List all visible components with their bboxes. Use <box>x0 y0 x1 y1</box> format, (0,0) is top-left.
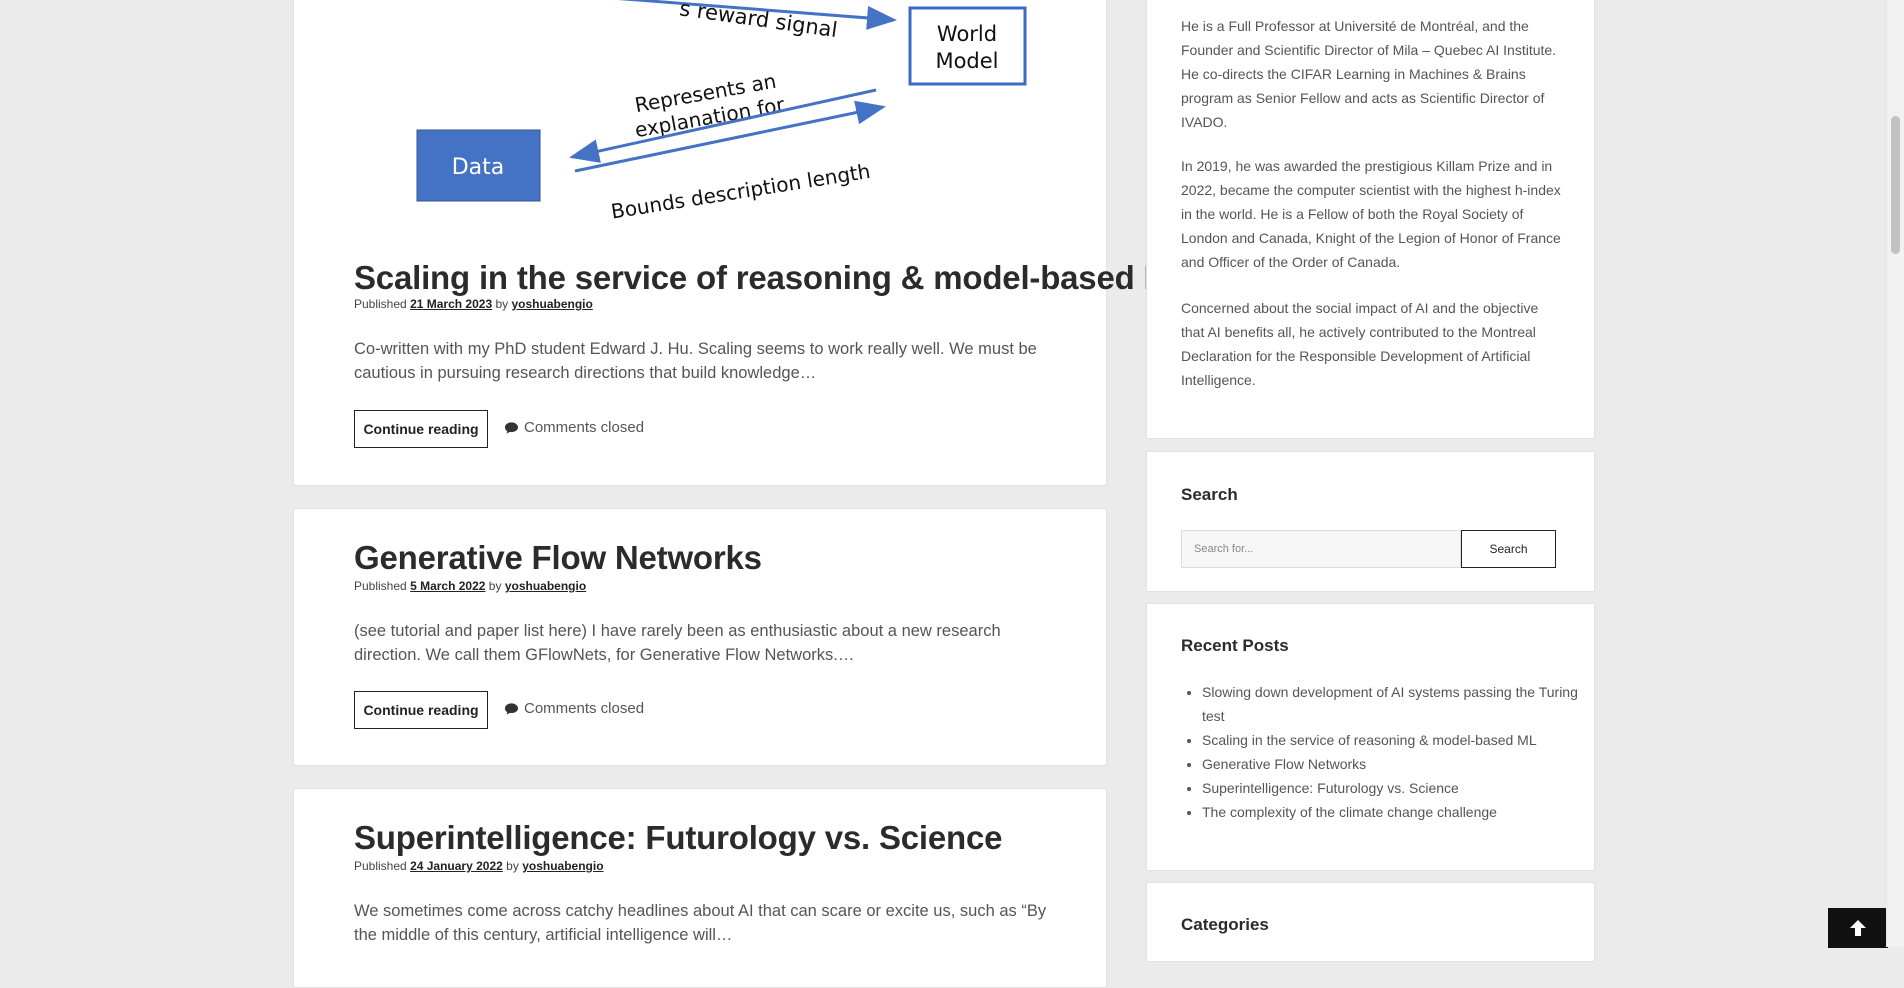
continue-reading-button[interactable]: Continue reading <box>354 691 488 729</box>
list-item: Superintelligence: Futurology vs. Scienc… <box>1202 776 1582 800</box>
search-input[interactable] <box>1181 530 1461 568</box>
author-link[interactable]: yoshuabengio <box>522 859 603 873</box>
post-card: Superintelligence: Futurology vs. Scienc… <box>293 788 1107 988</box>
scrollbar-thumb[interactable] <box>1891 116 1900 254</box>
author-link[interactable]: yoshuabengio <box>505 579 586 593</box>
post-title[interactable]: Generative Flow Networks <box>354 539 762 577</box>
post-date-link[interactable]: 5 March 2022 <box>410 579 485 593</box>
about-paragraph: He is a Full Professor at Université de … <box>1181 18 1557 130</box>
recent-post-link[interactable]: Slowing down development of AI systems p… <box>1202 684 1578 724</box>
list-item: Slowing down development of AI systems p… <box>1202 680 1582 728</box>
recent-post-link[interactable]: The complexity of the climate change cha… <box>1202 804 1497 820</box>
world-model-label-2: Model <box>935 49 998 73</box>
comments-status: Comments closed <box>504 700 644 717</box>
recent-post-link[interactable]: Generative Flow Networks <box>1202 756 1366 772</box>
post-date-link[interactable]: 24 January 2022 <box>410 859 503 873</box>
comments-closed-label: Comments closed <box>524 700 645 717</box>
recent-post-link[interactable]: Scaling in the service of reasoning & mo… <box>1202 732 1537 748</box>
post-meta: Published 21 March 2023 by yoshuabengio <box>354 297 593 311</box>
list-item: The complexity of the climate change cha… <box>1202 800 1582 824</box>
about-paragraph: In 2019, he was awarded the prestigious … <box>1181 158 1561 270</box>
vertical-scrollbar[interactable] <box>1886 0 1904 947</box>
search-widget: Search Search <box>1146 451 1595 592</box>
continue-reading-button[interactable]: Continue reading <box>354 410 488 448</box>
by-label: by <box>495 297 509 311</box>
published-label: Published <box>354 579 407 593</box>
list-item: Scaling in the service of reasoning & mo… <box>1202 728 1582 752</box>
arrow-up-icon <box>1850 920 1866 936</box>
comments-status: Comments closed <box>504 419 644 436</box>
featured-figure-card: s reward signal World Model Represents a… <box>293 0 1191 486</box>
comment-bubble-icon <box>504 702 519 715</box>
world-model-label-1: World <box>937 22 997 46</box>
search-button[interactable]: Search <box>1461 530 1556 568</box>
reward-signal-label: s reward signal <box>678 0 839 42</box>
post-meta: Published 24 January 2022 by yoshuabengi… <box>354 859 604 873</box>
post-meta: Published 5 March 2022 by yoshuabengio <box>354 579 586 593</box>
recent-post-link[interactable]: Superintelligence: Futurology vs. Scienc… <box>1202 780 1459 796</box>
data-box-label: Data <box>452 155 505 180</box>
post-excerpt: We sometimes come across catchy headline… <box>354 902 1047 944</box>
post-excerpt: (see tutorial and paper list here) I hav… <box>354 622 1001 664</box>
post-title[interactable]: Scaling in the service of reasoning & mo… <box>354 259 1191 297</box>
comment-bubble-icon <box>504 421 519 434</box>
author-link[interactable]: yoshuabengio <box>512 297 593 311</box>
post-excerpt: Co-written with my PhD student Edward J.… <box>354 340 1037 382</box>
back-to-top-button[interactable] <box>1828 908 1888 948</box>
search-widget-title: Search <box>1181 485 1238 504</box>
categories-title: Categories <box>1181 915 1269 934</box>
recent-posts-title: Recent Posts <box>1181 636 1289 655</box>
post-date-link[interactable]: 21 March 2023 <box>410 297 492 311</box>
categories-widget: Categories <box>1146 882 1595 962</box>
about-widget: He is a Full Professor at Université de … <box>1146 0 1595 439</box>
featured-diagram: s reward signal World Model Represents a… <box>416 0 1027 224</box>
about-paragraph: Concerned about the social impact of AI … <box>1181 300 1539 388</box>
post-card: Generative Flow Networks Published 5 Mar… <box>293 508 1107 766</box>
recent-posts-widget: Recent Posts Slowing down development of… <box>1146 603 1595 871</box>
comments-closed-label: Comments closed <box>524 419 645 436</box>
by-label: by <box>506 859 519 873</box>
bounds-label: Bounds description length <box>609 159 872 224</box>
by-label: by <box>488 579 502 593</box>
published-label: Published <box>354 297 407 311</box>
list-item: Generative Flow Networks <box>1202 752 1582 776</box>
published-label: Published <box>354 859 407 873</box>
post-title[interactable]: Superintelligence: Futurology vs. Scienc… <box>354 819 1002 857</box>
recent-posts-list: Slowing down development of AI systems p… <box>1181 680 1582 824</box>
